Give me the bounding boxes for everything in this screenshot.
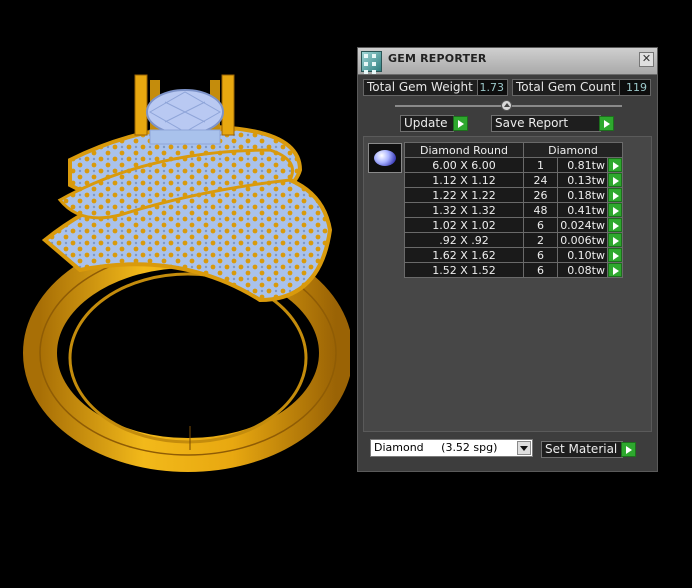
gem-reporter-panel: GEM REPORTER ✕ Total Gem Weight 1.73 Tot… — [357, 47, 658, 472]
title-bar[interactable]: GEM REPORTER ✕ — [358, 48, 657, 75]
gem-weight: 0.006tw — [557, 232, 608, 248]
total-gem-count-value: 119 — [619, 79, 651, 96]
gem-size: .92 X .92 — [404, 232, 524, 248]
gem-row-action[interactable] — [607, 187, 623, 203]
panel-title: GEM REPORTER — [388, 52, 487, 65]
save-report-button[interactable]: Save Report — [491, 115, 601, 132]
row-arrow-icon[interactable] — [608, 248, 622, 262]
gem-row[interactable]: 1.12 X 1.12 24 0.13tw — [404, 172, 623, 188]
gem-row[interactable]: 6.00 X 6.00 1 0.81tw — [404, 157, 623, 173]
set-material-arrow-icon[interactable] — [621, 442, 636, 457]
total-gem-weight-value: 1.73 — [477, 79, 508, 96]
gem-table: Diamond Round Diamond 6.00 X 6.00 1 0.81tw… — [404, 142, 623, 278]
3d-viewport[interactable] — [0, 0, 353, 584]
gem-row-action[interactable] — [607, 217, 623, 233]
gem-weight: 0.13tw — [557, 172, 608, 188]
gem-size: 1.02 X 1.02 — [404, 217, 524, 233]
material-select-value: Diamond (3.52 spg) — [374, 441, 498, 454]
slider-handle[interactable] — [501, 100, 512, 111]
gem-row[interactable]: 1.22 X 1.22 26 0.18tw — [404, 187, 623, 203]
material-select[interactable]: Diamond (3.52 spg) — [370, 439, 533, 457]
gem-row-action[interactable] — [607, 157, 623, 173]
gem-row-action[interactable] — [607, 202, 623, 218]
close-button[interactable]: ✕ — [639, 52, 654, 67]
gem-row[interactable]: .92 X .92 2 0.006tw — [404, 232, 623, 248]
row-arrow-icon[interactable] — [608, 263, 622, 277]
gem-row-action[interactable] — [607, 247, 623, 263]
gem-count: 26 — [523, 187, 558, 203]
gem-weight: 0.41tw — [557, 202, 608, 218]
gem-weight: 0.024tw — [557, 217, 608, 233]
save-report-arrow-icon[interactable] — [599, 116, 614, 131]
row-arrow-icon[interactable] — [608, 233, 622, 247]
gem-size: 1.22 X 1.22 — [404, 187, 524, 203]
gem-weight: 0.18tw — [557, 187, 608, 203]
row-arrow-icon[interactable] — [608, 203, 622, 217]
gem-size: 1.12 X 1.12 — [404, 172, 524, 188]
dropdown-arrow-icon[interactable] — [517, 441, 531, 455]
gem-row-action[interactable] — [607, 262, 623, 278]
update-arrow-icon[interactable] — [453, 116, 468, 131]
gem-row[interactable]: 1.02 X 1.02 6 0.024tw — [404, 217, 623, 233]
column-header-type: Diamond Round — [404, 142, 524, 158]
gem-row[interactable]: 1.62 X 1.62 6 0.10tw — [404, 247, 623, 263]
gem-row[interactable]: 1.52 X 1.52 6 0.08tw — [404, 262, 623, 278]
gem-count: 48 — [523, 202, 558, 218]
gem-count: 6 — [523, 217, 558, 233]
row-arrow-icon[interactable] — [608, 218, 622, 232]
column-header-material: Diamond — [523, 142, 623, 158]
gem-count: 1 — [523, 157, 558, 173]
row-arrow-icon[interactable] — [608, 158, 622, 172]
row-arrow-icon[interactable] — [608, 173, 622, 187]
row-arrow-icon[interactable] — [608, 188, 622, 202]
gem-size: 1.62 X 1.62 — [404, 247, 524, 263]
gem-weight: 0.10tw — [557, 247, 608, 263]
gem-weight: 0.08tw — [557, 262, 608, 278]
gem-row-action[interactable] — [607, 232, 623, 248]
set-material-button[interactable]: Set Material — [541, 441, 623, 458]
gem-count: 6 — [523, 262, 558, 278]
gem-size: 1.52 X 1.52 — [404, 262, 524, 278]
round-diamond-icon[interactable] — [368, 143, 402, 173]
gem-count: 24 — [523, 172, 558, 188]
gem-size: 6.00 X 6.00 — [404, 157, 524, 173]
gem-row-action[interactable] — [607, 172, 623, 188]
gem-weight: 0.81tw — [557, 157, 608, 173]
gem-count: 2 — [523, 232, 558, 248]
gem-reporter-icon — [361, 51, 382, 74]
gem-row[interactable]: 1.32 X 1.32 48 0.41tw — [404, 202, 623, 218]
gem-size: 1.32 X 1.32 — [404, 202, 524, 218]
gem-count: 6 — [523, 247, 558, 263]
ring-model — [23, 74, 353, 472]
update-button[interactable]: Update — [400, 115, 454, 132]
